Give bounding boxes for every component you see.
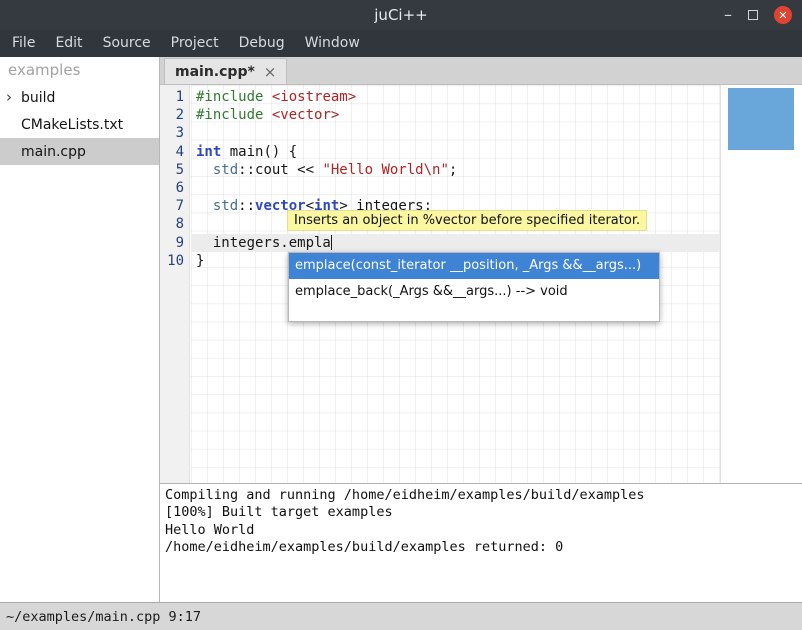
tree-item-label: main.cpp [21,144,86,160]
code-line[interactable]: int main() { [191,143,720,161]
app-window: juCi++ – ✕ FileEditSourceProjectDebugWin… [0,0,802,630]
line-number: 1 [160,88,189,106]
close-button[interactable]: ✕ [774,6,792,24]
file-tree-sidebar: examples ›build CMakeLists.txt main.cpp [0,57,160,602]
menu-item-debug[interactable]: Debug [229,30,295,57]
completion-popup: emplace(const_iterator __position, _Args… [288,252,660,322]
token-plain [196,162,213,178]
terminal-line: /home/eidheim/examples/build/examples re… [165,539,802,556]
tree-item-build[interactable]: ›build [0,84,159,111]
line-number: 6 [160,179,189,197]
code-line[interactable] [191,124,720,142]
menu-item-edit[interactable]: Edit [45,30,92,57]
token-plain: :: [238,198,255,214]
menu-item-window[interactable]: Window [295,30,370,57]
menubar: FileEditSourceProjectDebugWindow [0,30,802,57]
menu-item-project[interactable]: Project [161,30,229,57]
token-plain [263,89,271,105]
code-line[interactable] [191,179,720,197]
code-area[interactable]: #include <iostream>#include <vector>int … [191,88,720,270]
tree-item-label: CMakeLists.txt [21,117,123,133]
terminal-line: [100%] Built target examples [165,504,802,521]
token-plain: } [196,253,204,269]
token-ns: std [213,162,238,178]
tab-main-cpp[interactable]: main.cpp* × [164,58,287,84]
token-str: <vector> [272,107,339,123]
code-line[interactable]: integers.empla [191,234,720,252]
line-number: 3 [160,124,189,142]
code-line[interactable]: #include <vector> [191,106,720,124]
completion-item[interactable]: emplace(const_iterator __position, _Args… [289,253,659,279]
code-line[interactable]: #include <iostream> [191,88,720,106]
completion-item[interactable]: emplace_back(_Args &&__args...) --> void [289,279,659,305]
right-margin-line [720,85,721,483]
token-plain: ; [449,162,457,178]
terminal-line: Hello World [165,522,802,539]
file-tree: ›build CMakeLists.txt main.cpp [0,84,159,165]
window-title: juCi++ [374,6,427,24]
tree-item-main-cpp[interactable]: main.cpp [0,138,159,165]
token-plain [196,198,213,214]
text-caret [331,235,333,250]
token-plain: main() { [221,144,297,160]
token-plain [263,107,271,123]
token-pp: #include [196,107,263,123]
menu-item-source[interactable]: Source [93,30,161,57]
line-number: 2 [160,106,189,124]
statusbar: ~/examples/main.cpp 9:17 [0,602,802,630]
line-number: 4 [160,143,189,161]
token-str: "Hello World\n" [322,162,448,178]
token-plain: integers.empla [196,235,331,251]
code-editor[interactable]: 12345678910 #include <iostream>#include … [160,85,802,483]
line-number: 7 [160,197,189,215]
token-str: <iostream> [272,89,356,105]
build-output-panel[interactable]: Compiling and running /home/eidheim/exam… [160,483,802,602]
line-number: 10 [160,252,189,270]
line-number: 8 [160,215,189,233]
chevron-right-icon: › [6,90,21,105]
menu-item-file[interactable]: File [2,30,45,57]
line-number: 5 [160,161,189,179]
cursor-location-status: ~/examples/main.cpp 9:17 [6,609,201,625]
completion-doc-tooltip: Inserts an object in %vector before spec… [287,210,647,231]
token-plain: ::cout << [238,162,322,178]
maximize-button[interactable] [748,10,758,20]
line-number-gutter: 12345678910 [160,85,190,483]
code-line[interactable]: std::cout << "Hello World\n"; [191,161,720,179]
tab-label: main.cpp* [175,64,255,80]
token-kw: int [196,144,221,160]
project-name-header: examples [0,57,159,84]
line-number: 9 [160,234,189,252]
tree-item-label: build [21,90,55,106]
scrollbar-thumb[interactable] [728,88,794,150]
token-ns: std [213,198,238,214]
titlebar: juCi++ – ✕ [0,0,802,30]
token-pp: #include [196,89,263,105]
tree-item-cmakelists-txt[interactable]: CMakeLists.txt [0,111,159,138]
tabbar: main.cpp* × [160,57,802,85]
terminal-line: Compiling and running /home/eidheim/exam… [165,487,802,504]
minimize-button[interactable]: – [724,7,732,23]
tab-close-icon[interactable]: × [264,63,277,81]
window-controls: – ✕ [724,0,792,30]
